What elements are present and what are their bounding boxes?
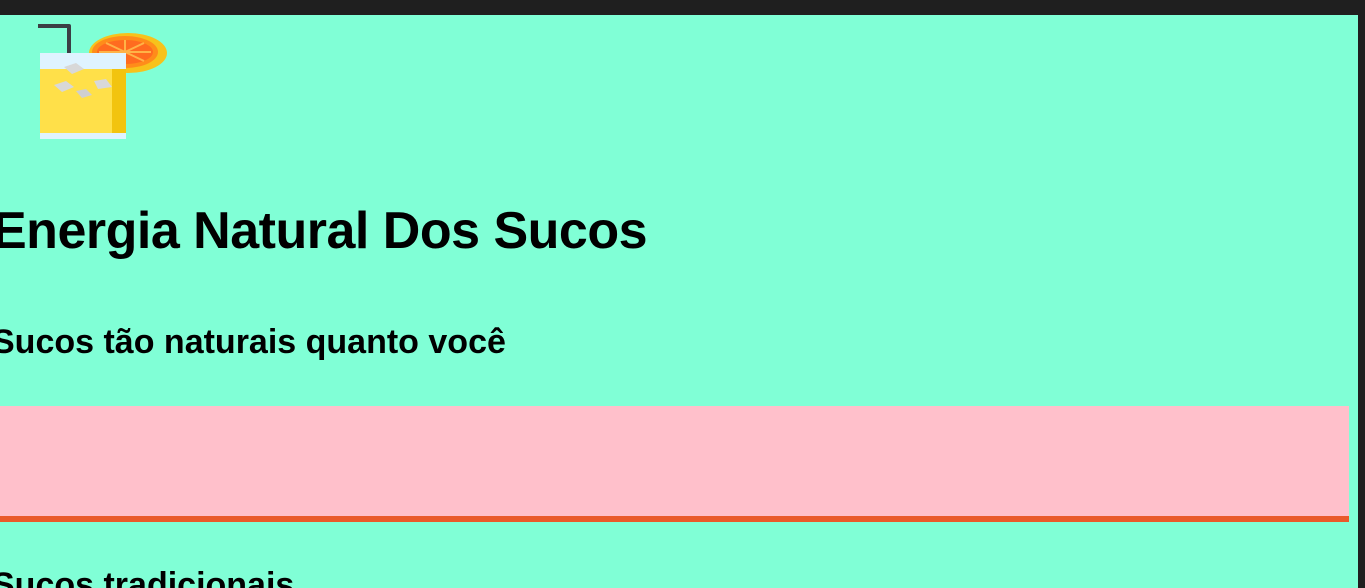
browser-top-bar: [0, 0, 1365, 15]
page-title: Energia Natural Dos Sucos: [0, 202, 648, 260]
page-viewport: Energia Natural Dos Sucos Sucos tão natu…: [0, 15, 1358, 588]
pink-banner: [0, 406, 1349, 522]
juice-glass-icon: [36, 23, 168, 141]
section-title: Sucos tradicionais: [0, 566, 295, 588]
window-right-edge: [1358, 15, 1365, 588]
page-subtitle: Sucos tão naturais quanto você: [0, 323, 506, 361]
